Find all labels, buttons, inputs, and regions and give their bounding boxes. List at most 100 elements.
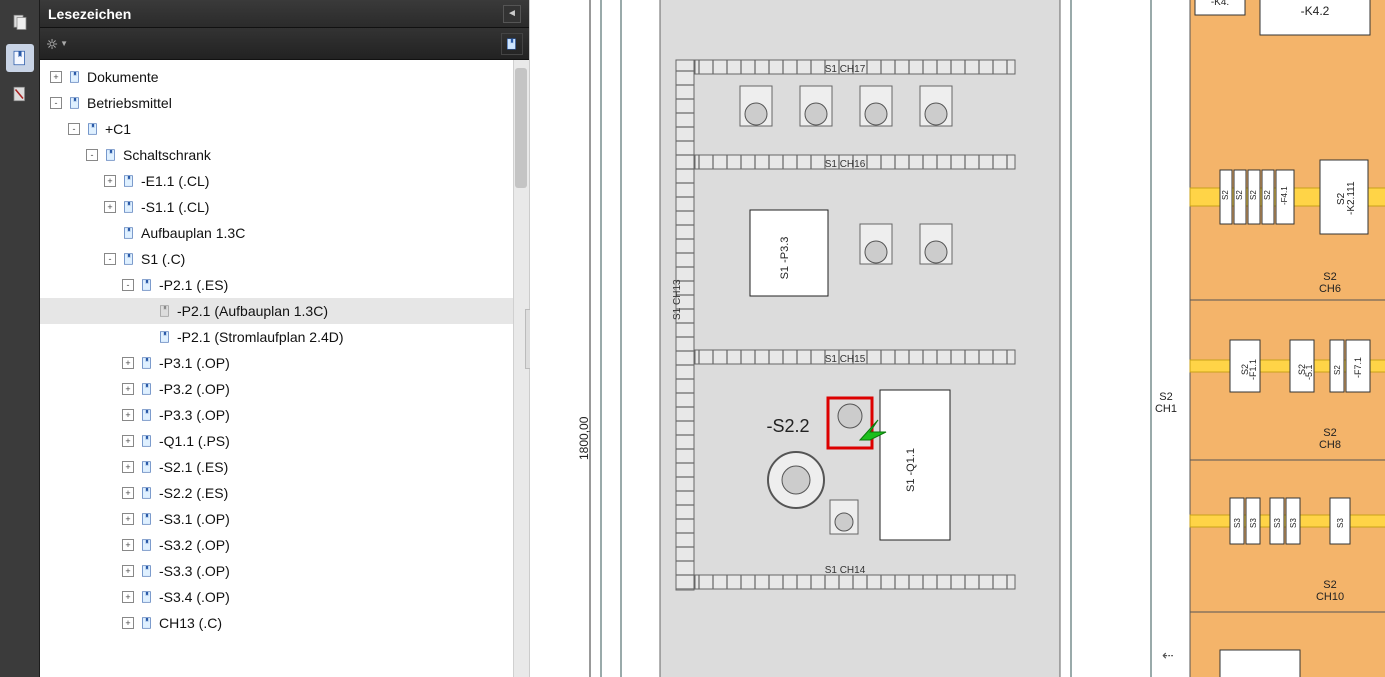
twisty-blank [140,331,152,343]
bookmark-page-icon [121,199,137,215]
svg-text:-5.1: -5.1 [1304,364,1314,380]
scrollbar-vertical[interactable] [513,60,529,677]
svg-text:S3: S3 [1273,518,1282,528]
svg-text:-F1.1: -F1.1 [1248,359,1258,380]
expand-icon[interactable]: + [122,461,134,473]
bookmarks-panel: Lesezeichen ◄ ▼ +Dokumente-Betriebsmitte… [40,0,530,677]
bookmark-page-icon [67,95,83,111]
expand-icon[interactable]: + [104,201,116,213]
resize-handle-icon[interactable]: ⇠ [1162,647,1174,663]
tree-item-label: -S3.2 (.OP) [159,537,230,553]
expand-icon[interactable]: + [122,539,134,551]
svg-text:-K2.111: -K2.111 [1346,181,1357,215]
tree-item[interactable]: + -P3.1 (.OP) [40,350,529,376]
expand-icon[interactable]: + [122,383,134,395]
tree-item-label: -P3.3 (.OP) [159,407,230,423]
svg-text:S2: S2 [1235,190,1244,200]
collapse-icon[interactable]: - [86,149,98,161]
expand-icon[interactable]: + [122,565,134,577]
tree-item[interactable]: + -S2.2 (.ES) [40,480,529,506]
expand-icon[interactable]: + [122,591,134,603]
collapse-icon[interactable]: - [122,279,134,291]
tree-item[interactable]: -Schaltschrank [40,142,529,168]
tree-item[interactable]: +-S3.4 (.OP) [40,584,529,610]
tree-item[interactable]: + -S3.3 (.OP) [40,558,529,584]
tree-item-label: -S3.3 (.OP) [159,563,230,579]
tree-item-label: -P2.1 (Stromlaufplan 2.4D) [177,329,344,345]
expand-icon[interactable]: + [104,175,116,187]
tree-item[interactable]: + -S3.2 (.OP) [40,532,529,558]
svg-text:CH6: CH6 [1319,283,1341,295]
scrollbar-thumb[interactable] [515,68,527,188]
tree-item-label: -P3.1 (.OP) [159,355,230,371]
bookmark-page-icon [139,407,155,423]
schematic-svg: S1 CH13 S1 CH17 S1 CH16 S1 -P3.3 S1 CH15… [530,0,1385,677]
goto-bookmark-button[interactable] [501,33,523,55]
gear-icon[interactable]: ▼ [46,33,68,55]
rail-label-ch16: S1 CH16 [825,159,866,170]
svg-text:-F7.1: -F7.1 [1353,357,1363,378]
tree-item-label: Aufbauplan 1.3C [141,225,245,241]
tree-item[interactable]: -S1 (.C) [40,246,529,272]
expand-icon[interactable]: + [122,487,134,499]
tree-item[interactable]: - -P2.1 (.ES) [40,272,529,298]
expand-icon[interactable]: + [122,435,134,447]
label-s22: -S2.2 [766,416,809,436]
pages-icon[interactable] [6,8,34,36]
rail-label-ch15: S1 CH15 [825,354,866,365]
svg-text:S2: S2 [1333,365,1342,375]
tree-item-label: -S2.1 (.ES) [159,459,228,475]
expand-icon[interactable]: + [122,357,134,369]
tree-item-label: -E1.1 (.CL) [141,173,209,189]
svg-text:S3: S3 [1249,518,1258,528]
svg-text:S2: S2 [1249,190,1258,200]
expand-icon[interactable]: + [122,513,134,525]
tree-item-label: -P2.1 (.ES) [159,277,228,293]
tree-item[interactable]: Aufbauplan 1.3C [40,220,529,246]
tree-item-label: -P2.1 (Aufbauplan 1.3C) [177,303,328,319]
tree-item[interactable]: -+C1 [40,116,529,142]
bookmark-page-icon [85,121,101,137]
bookmark-page-icon [139,355,155,371]
tree-item[interactable]: +Dokumente [40,64,529,90]
bookmark-page-icon [157,303,173,319]
label-s1-q11: S1 -Q1.1 [905,448,917,492]
tree-item[interactable]: +-P3.2 (.OP) [40,376,529,402]
rail-label-ch17: S1 CH17 [825,64,866,75]
tree-item[interactable]: + CH13 (.C) [40,610,529,636]
label-s2-ch10: S2 [1323,579,1336,591]
bookmarks-icon[interactable] [6,44,34,72]
svg-text:S3: S3 [1336,518,1345,528]
expand-icon[interactable]: + [122,409,134,421]
tree-item-label: CH13 (.C) [159,615,222,631]
tree-scroll-area[interactable]: +Dokumente-Betriebsmittel-+C1-Schaltschr… [40,60,529,677]
label-s1-p33: S1 -P3.3 [779,237,791,280]
bookmark-page-icon [139,589,155,605]
collapse-icon[interactable]: - [68,123,80,135]
panel-title: Lesezeichen [48,6,503,22]
drawing-canvas[interactable]: S1 CH13 S1 CH17 S1 CH16 S1 -P3.3 S1 CH15… [530,0,1385,677]
tree-item[interactable]: -P2.1 (Aufbauplan 1.3C) [40,298,529,324]
svg-text:S3: S3 [1233,518,1242,528]
bookmark-page-icon [121,251,137,267]
tree-item[interactable]: +-S3.1 (.OP) [40,506,529,532]
tree-item[interactable]: + -S1.1 (.CL) [40,194,529,220]
tree-item-label: -S1.1 (.CL) [141,199,209,215]
tree-item[interactable]: + -S2.1 (.ES) [40,454,529,480]
bookmark-page-icon [139,537,155,553]
svg-text:-F4.1: -F4.1 [1280,186,1289,205]
expand-icon[interactable]: + [50,71,62,83]
panel-header: Lesezeichen ◄ [40,0,529,28]
tree-item-label: -S2.2 (.ES) [159,485,228,501]
expand-icon[interactable]: + [122,617,134,629]
tree-item[interactable]: +-Q1.1 (.PS) [40,428,529,454]
attachments-icon[interactable] [6,80,34,108]
tree-item[interactable]: + -E1.1 (.CL) [40,168,529,194]
collapse-panel-button[interactable]: ◄ [503,5,521,23]
tree-item[interactable]: -Betriebsmittel [40,90,529,116]
collapse-icon[interactable]: - [50,97,62,109]
tree-item[interactable]: + -P3.3 (.OP) [40,402,529,428]
tree-item[interactable]: -P2.1 (Stromlaufplan 2.4D) [40,324,529,350]
bookmark-page-icon [121,173,137,189]
collapse-icon[interactable]: - [104,253,116,265]
